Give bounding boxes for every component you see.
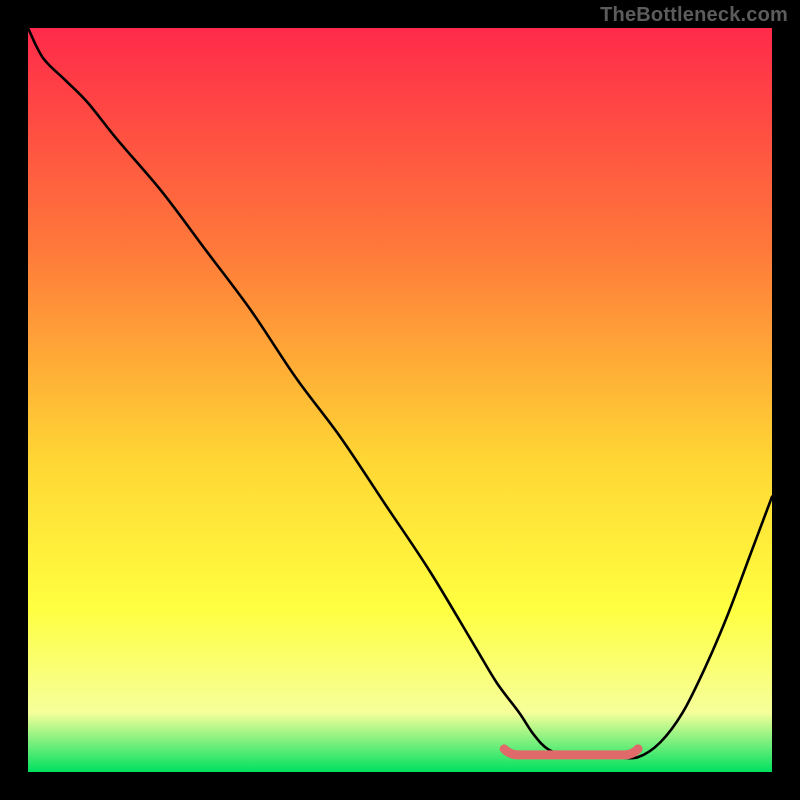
chart-frame: TheBottleneck.com	[0, 0, 800, 800]
gradient-background	[28, 28, 772, 772]
attribution-label: TheBottleneck.com	[600, 4, 788, 27]
bottleneck-chart	[28, 28, 772, 772]
